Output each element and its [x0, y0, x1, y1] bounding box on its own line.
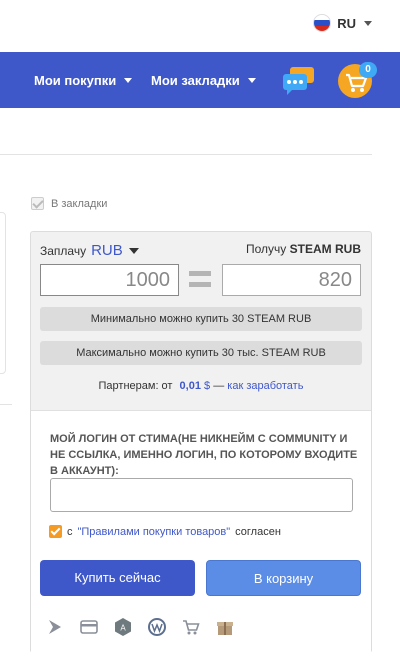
how-to-earn-link[interactable]: как заработать: [227, 380, 303, 392]
qiwi-cart-icon: [183, 620, 200, 635]
purchase-widget: Заплачу RUB Получу STEAM RUB 1000 820 Ми…: [30, 231, 372, 653]
divider: [0, 154, 372, 155]
partners-value: 0,01: [179, 380, 201, 392]
card-icon: [80, 620, 98, 634]
min-amount-info: Минимально можно купить 30 STEAM RUB: [40, 307, 362, 331]
partners-prefix: Партнерам: от: [98, 380, 173, 392]
language-code: RU: [337, 15, 356, 31]
nav-my-bookmarks-label: Мои закладки: [151, 73, 240, 88]
nav-my-bookmarks[interactable]: Мои закладки: [151, 73, 256, 88]
terms-checkbox[interactable]: [49, 525, 62, 538]
divider: [0, 404, 12, 405]
get-label: Получу: [246, 242, 287, 256]
add-to-bookmarks[interactable]: В закладки: [31, 197, 107, 210]
side-panel-edge: [0, 212, 6, 374]
max-amount-info: Максимально можно купить 30 тыс. STEAM R…: [40, 341, 362, 365]
get-currency: STEAM RUB: [289, 242, 361, 256]
webmoney-icon: [148, 618, 166, 636]
terms-suffix: согласен: [235, 525, 281, 538]
exchange-section: Заплачу RUB Получу STEAM RUB 1000 820 Ми…: [31, 232, 371, 410]
main-nav: Мои покупки Мои закладки 0: [0, 52, 400, 108]
steam-login-input[interactable]: [50, 478, 353, 512]
partners-currency: $: [204, 380, 211, 392]
terms-prefix: с: [67, 525, 73, 538]
buy-now-button[interactable]: Купить сейчас: [40, 560, 195, 596]
gift-icon: [217, 622, 233, 635]
get-label-group: Получу STEAM RUB: [246, 242, 361, 256]
page: RU Мои покупки Мои закладки 0 В закладки…: [0, 0, 400, 668]
terms-agreement[interactable]: с "Правилами покупки товаров" согласен: [49, 525, 281, 538]
bitcoin-icon: [49, 620, 61, 634]
bookmark-label: В закладки: [51, 197, 108, 210]
purchase-rules-link[interactable]: "Правилами покупки товаров": [78, 526, 231, 538]
pay-currency-value: RUB: [91, 242, 123, 259]
svg-text:A: A: [120, 624, 126, 633]
add-to-cart-button[interactable]: В корзину: [206, 560, 361, 596]
payment-methods: A: [45, 617, 235, 637]
checkout-section: Мой логин от стима(не никнейм с communit…: [31, 410, 371, 653]
chat-bubbles-icon[interactable]: [282, 66, 316, 96]
pay-amount-input[interactable]: 1000: [40, 264, 179, 296]
partners-info: Партнерам: от 0,01 $ — как заработать: [31, 380, 371, 392]
chevron-down-icon: [247, 78, 256, 83]
chevron-down-icon: [124, 78, 133, 83]
partners-dash: —: [213, 380, 225, 392]
pay-currency-select[interactable]: RUB: [91, 242, 139, 259]
pay-label-group: Заплачу RUB: [40, 242, 139, 259]
pay-label: Заплачу: [40, 243, 87, 258]
chevron-down-icon: [364, 20, 372, 26]
russia-flag-icon: [313, 14, 332, 32]
cart-count-badge: 0: [359, 62, 377, 78]
chevron-down-icon: [128, 247, 139, 254]
language-selector[interactable]: RU: [313, 14, 372, 32]
nav-my-purchases-label: Мои покупки: [34, 73, 117, 88]
equals-icon: [189, 271, 211, 289]
bookmark-checkbox[interactable]: [31, 197, 44, 210]
get-amount-input[interactable]: 820: [222, 264, 361, 296]
yandex-money-icon: A: [115, 618, 131, 636]
nav-my-purchases[interactable]: Мои покупки: [34, 73, 133, 88]
steam-login-label: Мой логин от стима(не никнейм с communit…: [50, 433, 358, 477]
